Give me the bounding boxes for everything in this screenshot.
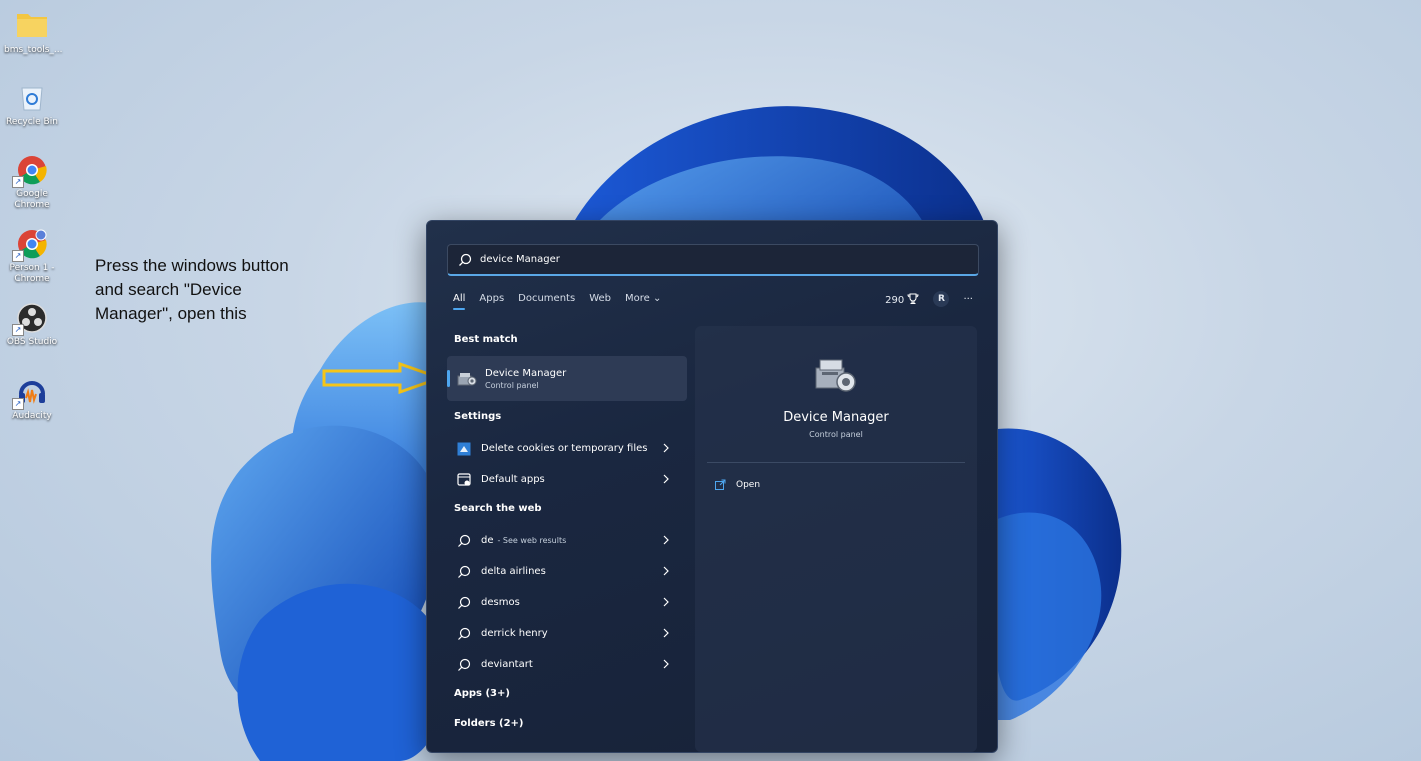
- preview-title: Device Manager: [783, 410, 889, 425]
- tab-apps[interactable]: Apps: [479, 293, 504, 310]
- shortcut-arrow-icon: ↗: [12, 176, 24, 188]
- section-title-settings: Settings: [454, 411, 502, 422]
- device-manager-icon: [815, 359, 856, 392]
- chevron-right-icon: [663, 474, 669, 484]
- tab-all[interactable]: All: [453, 293, 466, 310]
- default-apps-icon: [457, 472, 471, 486]
- rewards-points[interactable]: 290: [885, 293, 919, 306]
- desktop-icon-recycle-bin[interactable]: Recycle Bin: [4, 82, 60, 128]
- tab-web[interactable]: Web: [589, 293, 611, 310]
- section-title-folders[interactable]: Folders (2+): [447, 710, 687, 740]
- web-result-label: deviantart: [481, 659, 533, 670]
- preview-pane: Device Manager Control panel Open: [695, 326, 977, 752]
- web-result-sub: - See web results: [497, 536, 567, 545]
- desktop-icon-chrome[interactable]: ↗ Google Chrome: [4, 154, 60, 211]
- desktop-icon-label: OBS Studio: [6, 337, 58, 347]
- device-manager-icon: [457, 372, 477, 385]
- tutorial-instruction-text: Press the windows button and search "Dev…: [95, 256, 289, 323]
- desktop-icon-label: Recycle Bin: [6, 117, 58, 127]
- web-result-de[interactable]: de - See web results: [447, 525, 687, 556]
- web-result-label: derrick henry: [481, 628, 548, 639]
- web-result-deviantart[interactable]: deviantart: [447, 649, 687, 680]
- shortcut-arrow-icon: ↗: [12, 398, 24, 410]
- web-result-label: delta airlines: [481, 566, 546, 577]
- chrome-icon: ↗: [12, 154, 48, 188]
- desktop-icon-label: Audacity: [12, 411, 52, 421]
- settings-item-label: Delete cookies or temporary files: [481, 443, 648, 454]
- desktop-icon-label: bms_tools_...: [4, 45, 63, 55]
- search-input[interactable]: [478, 253, 962, 266]
- open-action[interactable]: Open: [715, 479, 760, 490]
- search-icon: [458, 565, 471, 578]
- shortcut-arrow-icon: ↗: [12, 250, 24, 262]
- search-icon: [459, 253, 472, 266]
- more-options-button[interactable]: ···: [963, 294, 973, 305]
- recycle-bin-icon: [16, 82, 48, 114]
- chevron-right-icon: [663, 566, 669, 576]
- desktop-icon-obs[interactable]: ↗ OBS Studio: [4, 302, 60, 348]
- search-icon: [458, 658, 471, 671]
- desktop-icon-label: Person 1 - Chrome: [9, 263, 55, 284]
- best-match-device-manager[interactable]: Device Manager Control panel: [447, 356, 687, 401]
- web-result-delta-airlines[interactable]: delta airlines: [447, 556, 687, 587]
- account-avatar[interactable]: R: [933, 291, 950, 307]
- section-title-search-web: Search the web: [454, 503, 542, 514]
- section-title-apps[interactable]: Apps (3+): [447, 680, 687, 710]
- settings-item-delete-cookies[interactable]: Delete cookies or temporary files: [447, 433, 687, 464]
- chevron-right-icon: [663, 597, 669, 607]
- web-result-desmos[interactable]: desmos: [447, 587, 687, 618]
- search-header-right: 290 R ···: [885, 291, 973, 307]
- chrome-profile-icon: ↗: [12, 228, 48, 262]
- chevron-right-icon: [663, 443, 669, 453]
- audacity-icon: ↗: [12, 376, 48, 410]
- best-match-name: Device Manager: [485, 367, 567, 379]
- shortcut-arrow-icon: ↗: [12, 324, 24, 336]
- desktop-icon-chrome-profile[interactable]: ↗ Person 1 - Chrome: [4, 228, 60, 285]
- search-box[interactable]: [447, 244, 979, 276]
- rewards-trophy-icon: [907, 293, 919, 304]
- rewards-points-value: 290: [885, 294, 905, 306]
- best-match-type: Control panel: [485, 380, 539, 390]
- web-result-label: de: [481, 535, 494, 546]
- web-result-derrick-henry[interactable]: derrick henry: [447, 618, 687, 649]
- start-search-panel: All Apps Documents Web More ⌄ 290 R ··· …: [426, 220, 998, 753]
- section-title-best-match: Best match: [454, 334, 518, 345]
- search-icon: [458, 596, 471, 609]
- chevron-right-icon: [663, 659, 669, 669]
- desktop-icon-folder[interactable]: bms_tools_...: [4, 10, 63, 56]
- search-filter-tabs: All Apps Documents Web More ⌄: [453, 293, 661, 310]
- settings-item-default-apps[interactable]: Default apps: [447, 464, 687, 495]
- web-result-label: desmos: [481, 597, 520, 608]
- cookies-settings-icon: [457, 442, 471, 455]
- desktop-icon-label: Google Chrome: [14, 189, 50, 210]
- settings-item-label: Default apps: [481, 474, 545, 485]
- results-list: Best match Device Manager Control panel …: [447, 326, 687, 740]
- obs-icon: ↗: [12, 302, 48, 336]
- chevron-right-icon: [663, 628, 669, 638]
- folder-icon: [16, 10, 48, 42]
- tab-documents[interactable]: Documents: [518, 293, 575, 310]
- open-external-icon: [715, 479, 726, 490]
- search-icon: [458, 534, 471, 547]
- preview-divider: [707, 462, 965, 463]
- preview-subtitle: Control panel: [809, 430, 863, 439]
- open-action-label: Open: [736, 479, 761, 490]
- chevron-right-icon: [663, 535, 669, 545]
- desktop-icon-audacity[interactable]: ↗ Audacity: [4, 376, 60, 422]
- search-icon: [458, 627, 471, 640]
- tab-more[interactable]: More ⌄: [625, 293, 661, 310]
